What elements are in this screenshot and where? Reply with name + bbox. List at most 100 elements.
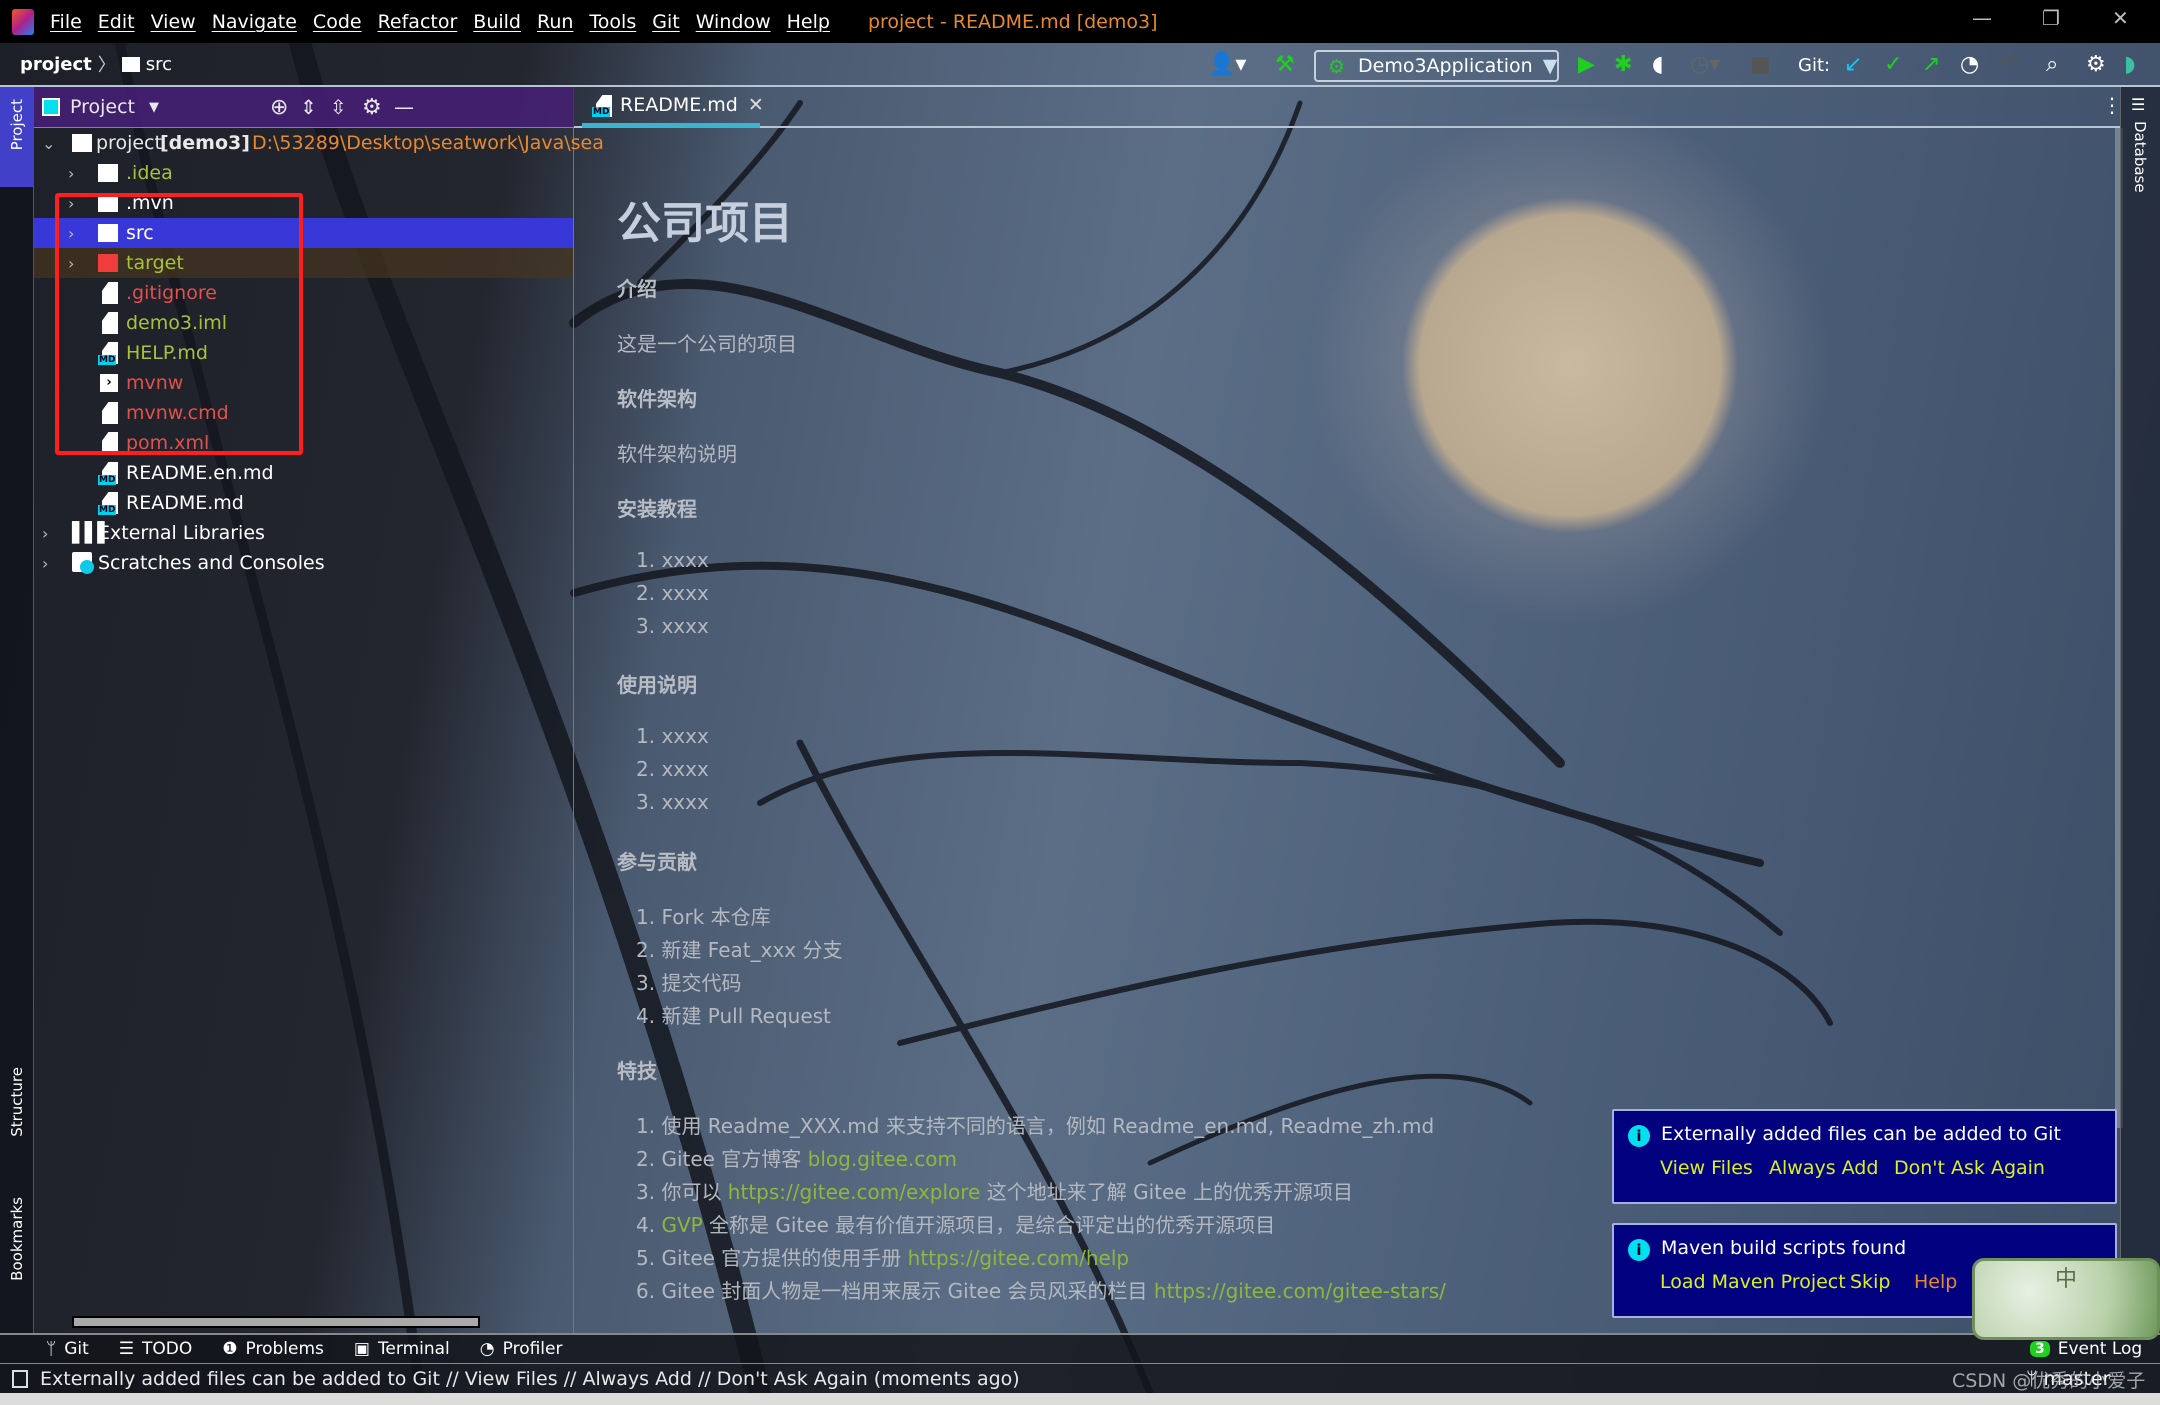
collapse-all-icon[interactable]: ⇳ (330, 95, 347, 119)
settings-gear-icon[interactable]: ⚙ (2086, 52, 2106, 77)
run-configuration-selector[interactable]: ⚙ Demo3Application ▼ (1314, 50, 1559, 82)
gitee-stars-link[interactable]: https://gitee.com/gitee-stars/ (1154, 1279, 1446, 1303)
ime-floating-widget[interactable]: 中 (1972, 1258, 2160, 1340)
menu-file[interactable]: File (50, 11, 82, 33)
feature-text: 4. (636, 1213, 662, 1237)
project-view-selector[interactable]: Project (70, 96, 135, 118)
gvp-link[interactable]: GVP (661, 1213, 702, 1237)
chevron-right-icon[interactable]: › (42, 524, 48, 543)
more-options-icon[interactable]: ⋮ (2102, 93, 2122, 117)
explore-link[interactable]: https://gitee.com/explore (728, 1180, 981, 1204)
menu-help[interactable]: Help (787, 11, 830, 33)
tool-todo[interactable]: ☰ TODO (119, 1339, 193, 1359)
editor-tab-bar: MD README.md ✕ ⋮ (574, 87, 2122, 128)
vcs-user-icon[interactable]: 👤▾ (1208, 52, 1246, 77)
git-push-icon[interactable]: ↗ (1922, 52, 1940, 77)
menu-refactor[interactable]: Refactor (378, 11, 458, 33)
minimize-button[interactable]: — (1972, 6, 1992, 30)
blog-link[interactable]: blog.gitee.com (808, 1147, 957, 1171)
git-branch-icon: ᛘ (46, 1339, 57, 1359)
csdn-watermark: CSDN @优秀的小爱子 (1952, 1370, 2146, 1392)
left-tool-window-stripe: Project Structure Bookmarks (0, 87, 34, 1333)
contribute-item: 4. 新建 Pull Request (636, 1004, 831, 1028)
profile-icon[interactable]: ◷▾ (1690, 52, 1720, 77)
rollback-icon[interactable]: ↶ (2000, 52, 2018, 77)
tree-external-libraries[interactable]: › ▌▌▌ External Libraries (34, 518, 573, 548)
tree-item-readme-en[interactable]: MD README.en.md (34, 458, 573, 488)
chevron-down-icon[interactable]: ⌄ (42, 134, 55, 153)
history-clock-icon[interactable]: ◔ (1960, 52, 1979, 77)
tool-label: TODO (142, 1339, 193, 1359)
dont-ask-again-link[interactable]: Don't Ask Again (1894, 1157, 2045, 1179)
coverage-icon[interactable]: ◖ (1652, 52, 1664, 77)
chevron-down-icon[interactable]: ▼ (149, 100, 159, 115)
chevron-right-icon[interactable]: › (68, 164, 74, 183)
tool-label: Profiler (502, 1339, 563, 1359)
database-icon: ☰ (2131, 95, 2146, 114)
status-message[interactable]: Externally added files can be added to G… (40, 1368, 1020, 1390)
menu-navigate[interactable]: Navigate (212, 11, 297, 33)
close-window-button[interactable]: ✕ (2112, 6, 2129, 30)
close-tab-icon[interactable]: ✕ (748, 94, 764, 116)
notification-title: Externally added files can be added to G… (1661, 1123, 2061, 1145)
heading-architecture: 软件架构 (617, 387, 697, 411)
toolbox-logo-icon[interactable]: ◗ (2124, 52, 2136, 77)
usage-item: 3. xxxx (636, 790, 709, 814)
help-link[interactable]: https://gitee.com/help (908, 1246, 1129, 1270)
stop-icon[interactable]: ■ (1750, 52, 1771, 77)
menu-tools[interactable]: Tools (589, 11, 636, 33)
search-icon[interactable]: ⌕ (2046, 52, 2058, 77)
skip-link[interactable]: Skip (1850, 1271, 1890, 1293)
bottom-tool-window-bar: ᛘ Git ☰ TODO ❶ Problems ▣ Terminal ◔ Profiler… (0, 1333, 2160, 1364)
chevron-right-icon[interactable]: › (42, 554, 48, 573)
folder-icon (121, 56, 140, 72)
heading-usage: 使用说明 (617, 673, 697, 697)
locate-file-icon[interactable]: ⊕ (270, 95, 288, 120)
menu-edit[interactable]: Edit (98, 11, 135, 33)
restore-button[interactable]: ❐ (2042, 6, 2060, 30)
menu-window[interactable]: Window (696, 11, 771, 33)
tab-readme-md[interactable]: MD README.md ✕ (582, 87, 764, 128)
breadcrumb-src[interactable]: src (146, 54, 172, 75)
tree-root-project[interactable]: ⌄ project [demo3] D:\53289\Desktop\seatw… (34, 128, 604, 158)
feature-item: 5. Gitee 官方提供的使用手册 https://gitee.com/hel… (636, 1242, 1129, 1271)
hide-panel-icon[interactable]: — (394, 95, 414, 119)
menu-build[interactable]: Build (473, 11, 521, 33)
help-link[interactable]: Help (1914, 1271, 1957, 1293)
tree-item-idea[interactable]: › .idea (34, 158, 573, 188)
run-config-label: Demo3Application (1358, 55, 1533, 77)
menu-code[interactable]: Code (313, 11, 362, 33)
run-icon[interactable]: ▶ (1578, 52, 1595, 77)
build-hammer-icon[interactable]: ⚒ (1275, 52, 1295, 77)
tree-item-readme[interactable]: MD README.md (34, 488, 573, 518)
git-update-icon[interactable]: ↙ (1844, 52, 1862, 77)
event-log-button[interactable]: 3 Event Log (2030, 1339, 2142, 1359)
tool-profiler[interactable]: ◔ Profiler (480, 1339, 563, 1359)
expand-all-icon[interactable]: ⇕ (300, 95, 317, 119)
tree-scratches[interactable]: › Scratches and Consoles (34, 548, 573, 578)
intro-text: 这是一个公司的项目 (617, 332, 797, 356)
panel-settings-gear-icon[interactable]: ⚙ (362, 95, 382, 120)
tool-git[interactable]: ᛘ Git (46, 1339, 89, 1359)
notification-message-icon[interactable] (12, 1369, 28, 1388)
horizontal-scrollbar[interactable] (72, 1316, 480, 1328)
feature-text: 2. Gitee 官方博客 (636, 1147, 808, 1171)
tool-problems[interactable]: ❶ Problems (222, 1339, 324, 1359)
breadcrumb-project[interactable]: project (20, 54, 92, 75)
menu-git[interactable]: Git (652, 11, 679, 33)
view-files-link[interactable]: View Files (1660, 1157, 1753, 1179)
feature-item: 3. 你可以 https://gitee.com/explore 这个地址来了解… (636, 1176, 1353, 1205)
bookmarks-tool-tab[interactable]: Bookmarks (0, 1197, 34, 1327)
ime-mode-indicator: 中 (2054, 1267, 2077, 1292)
always-add-link[interactable]: Always Add (1769, 1157, 1878, 1179)
load-maven-project-link[interactable]: Load Maven Project (1660, 1271, 1846, 1293)
project-tool-tab[interactable]: Project (0, 87, 34, 187)
tool-terminal[interactable]: ▣ Terminal (354, 1339, 450, 1359)
menu-view[interactable]: View (151, 11, 196, 33)
debug-bug-icon[interactable]: ✱ (1614, 52, 1632, 77)
git-commit-icon[interactable]: ✓ (1884, 52, 1902, 77)
database-tool-tab[interactable]: ☰ Database (2121, 95, 2160, 215)
tree-item-label: README.en.md (126, 462, 274, 484)
chevron-down-icon: ▼ (1542, 55, 1558, 77)
menu-run[interactable]: Run (537, 11, 573, 33)
